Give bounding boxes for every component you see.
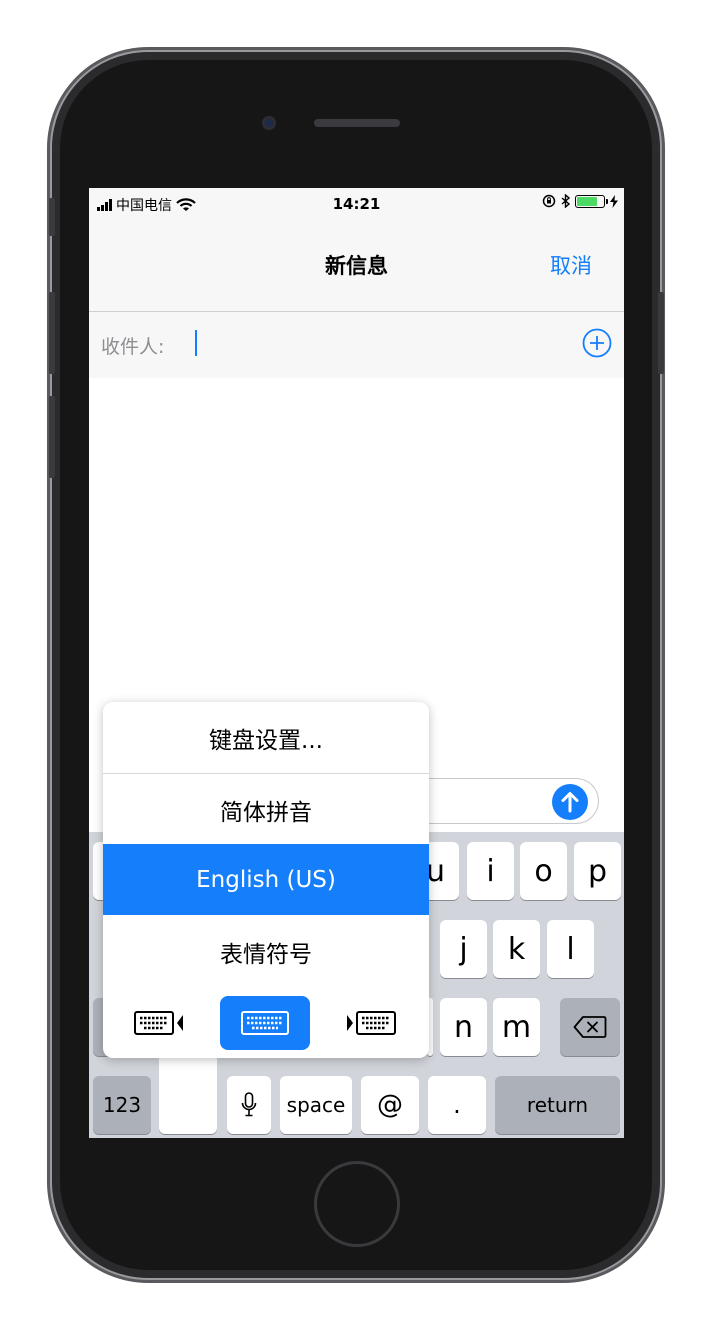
keyboard-left-icon: [134, 1011, 183, 1035]
delete-key[interactable]: [560, 998, 620, 1056]
home-button[interactable]: [314, 1161, 400, 1247]
status-bar: 中国电信 14:21: [89, 188, 624, 220]
orientation-lock-icon: [542, 194, 556, 208]
space-key[interactable]: space: [280, 1076, 352, 1134]
navigation-bar: 新信息 取消: [89, 220, 624, 312]
message-input[interactable]: [419, 778, 599, 824]
keyboard-full-icon: [241, 1011, 289, 1035]
keyboard-full-width-option[interactable]: [220, 996, 310, 1050]
period-key[interactable]: .: [428, 1076, 486, 1134]
keyboard-right-icon: [347, 1011, 396, 1035]
menu-item-keyboard-settings[interactable]: 键盘设置...: [103, 702, 429, 773]
key-j[interactable]: j: [440, 920, 487, 978]
key-n[interactable]: n: [440, 998, 487, 1056]
key-p[interactable]: p: [574, 842, 621, 900]
keyboard-switcher-menu: 键盘设置... 简体拼音 English (US) 表情符号: [103, 702, 429, 1058]
recipient-field[interactable]: 收件人:: [89, 312, 624, 378]
volume-up-button: [49, 292, 55, 374]
recipient-label: 收件人:: [101, 336, 165, 358]
microphone-icon: [241, 1092, 257, 1117]
mute-switch: [49, 198, 55, 236]
add-contact-icon[interactable]: [582, 328, 612, 358]
keyboard-right-handed-option[interactable]: [341, 996, 401, 1050]
numbers-key[interactable]: 123: [93, 1076, 151, 1134]
page-title: 新信息: [325, 254, 388, 278]
key-k[interactable]: k: [493, 920, 540, 978]
key-o[interactable]: o: [520, 842, 567, 900]
at-key[interactable]: @: [361, 1076, 419, 1134]
text-cursor: [195, 330, 197, 356]
key-i[interactable]: i: [467, 842, 514, 900]
screen: 中国电信 14:21 新信息 取消 收件人: u i o p j k l n m…: [89, 188, 624, 1138]
bluetooth-icon: [561, 194, 570, 208]
earpiece-speaker: [314, 119, 400, 127]
menu-item-english-us[interactable]: English (US): [103, 844, 429, 915]
volume-down-button: [49, 396, 55, 478]
dictation-key[interactable]: [227, 1076, 271, 1134]
cancel-button[interactable]: 取消: [550, 250, 592, 280]
return-key[interactable]: return: [495, 1076, 620, 1134]
key-m[interactable]: m: [493, 998, 540, 1056]
power-button: [658, 292, 664, 374]
send-arrow-icon[interactable]: [552, 784, 588, 820]
delete-backspace-icon: [573, 1016, 607, 1038]
status-right: [542, 194, 618, 208]
menu-item-emoji[interactable]: 表情符号: [103, 916, 429, 987]
front-camera: [262, 116, 276, 130]
battery-icon: [575, 194, 608, 208]
key-l[interactable]: l: [547, 920, 594, 978]
menu-item-simplified-pinyin[interactable]: 简体拼音: [103, 774, 429, 845]
globe-key-popup-stem: [159, 1058, 217, 1134]
charging-bolt-icon: [610, 194, 618, 208]
keyboard-left-handed-option[interactable]: [129, 996, 189, 1050]
